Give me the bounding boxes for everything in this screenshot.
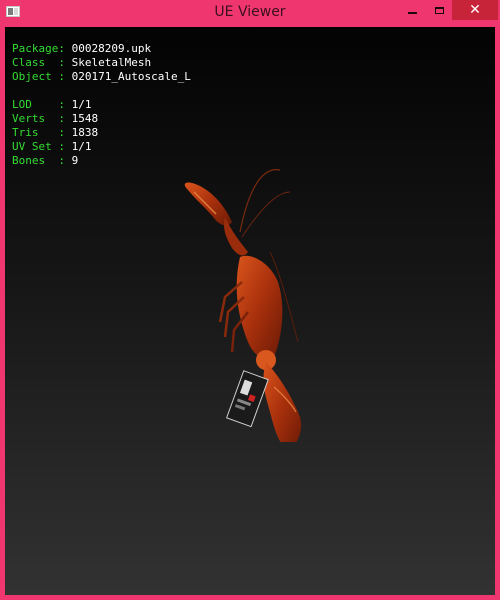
- info-key: Tris: [12, 126, 59, 139]
- info-separator: :: [58, 56, 72, 69]
- minimize-icon: [407, 12, 417, 14]
- info-row-uvset: UV Set : 1/1: [12, 140, 191, 154]
- info-value: 1/1: [71, 140, 92, 153]
- info-value: 1838: [71, 126, 99, 139]
- info-row-bones: Bones : 9: [12, 154, 191, 168]
- info-row-verts: Verts : 1548: [12, 112, 191, 126]
- info-value: 1/1: [71, 98, 92, 111]
- info-row-class: Class : SkeletalMesh: [12, 56, 191, 70]
- close-button[interactable]: ✕: [452, 0, 498, 20]
- minimize-button[interactable]: [398, 0, 426, 20]
- info-separator: :: [58, 70, 72, 83]
- info-row-lod: LOD : 1/1: [12, 98, 191, 112]
- info-separator: :: [58, 154, 72, 167]
- info-value: 00028209.upk: [71, 42, 152, 55]
- close-icon: ✕: [469, 2, 481, 18]
- info-key: UV Set: [12, 140, 59, 153]
- info-key: Bones: [12, 154, 59, 167]
- info-key: Verts: [12, 112, 59, 125]
- maximize-button[interactable]: [425, 0, 453, 20]
- info-row-object: Object : 020171_Autoscale_L: [12, 70, 191, 84]
- 3d-viewport[interactable]: Package: 00028209.upk Class : SkeletalMe…: [5, 27, 495, 595]
- info-key: Object: [12, 70, 59, 83]
- info-separator: :: [58, 112, 72, 125]
- mesh-info-overlay: Package: 00028209.upk Class : SkeletalMe…: [12, 42, 191, 168]
- maximize-icon: [434, 6, 444, 14]
- info-row-tris: Tris : 1838: [12, 126, 191, 140]
- lobster-model[interactable]: [170, 162, 330, 442]
- info-separator: :: [58, 42, 72, 55]
- info-key: Class: [12, 56, 59, 69]
- info-value: 020171_Autoscale_L: [71, 70, 191, 83]
- info-key: LOD: [12, 98, 59, 111]
- info-value: 9: [71, 154, 79, 167]
- info-separator: :: [58, 126, 72, 139]
- info-key: Package: [12, 42, 59, 55]
- app-window: UE Viewer ✕ Package: 00028209.upk Class …: [0, 0, 500, 600]
- info-value: SkeletalMesh: [71, 56, 152, 69]
- info-separator: :: [58, 140, 72, 153]
- info-separator: :: [58, 98, 72, 111]
- info-value: 1548: [71, 112, 99, 125]
- title-bar[interactable]: UE Viewer ✕: [0, 0, 500, 27]
- info-row-package: Package: 00028209.upk: [12, 42, 191, 56]
